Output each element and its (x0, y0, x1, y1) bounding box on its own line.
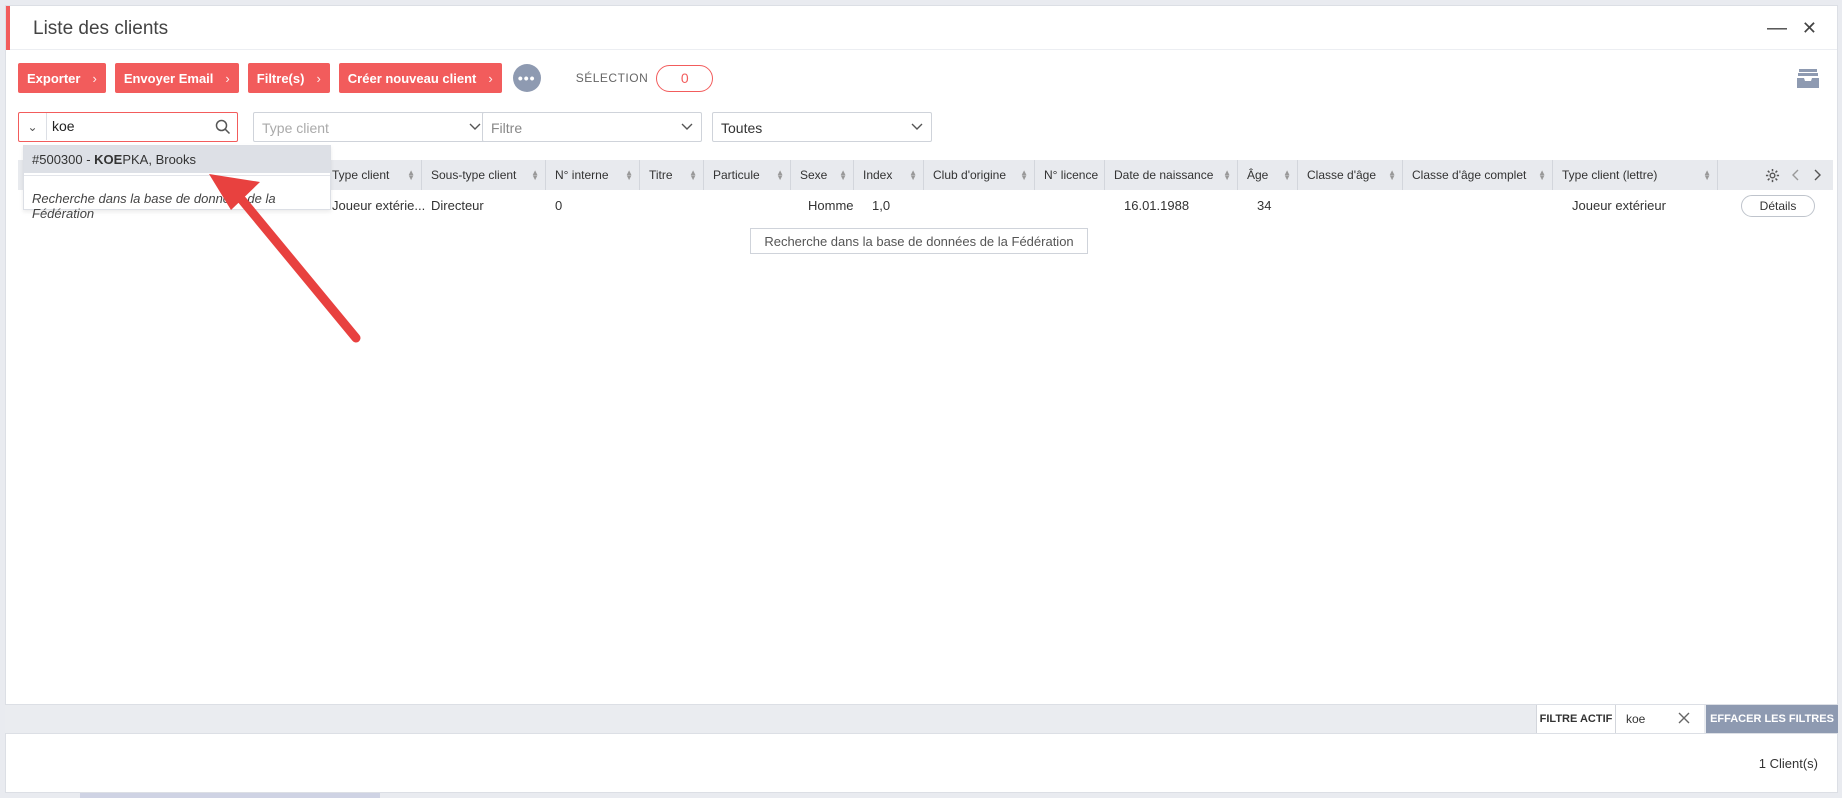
chevron-right-icon: › (316, 70, 321, 86)
col-club-origine[interactable]: Club d'origine ▲ ▼ (924, 160, 1035, 190)
window-title: Liste des clients (33, 18, 169, 39)
selection-label: SÉLECTION (575, 71, 649, 85)
chevron-right-icon: › (92, 70, 97, 86)
taskbar-strip (80, 793, 380, 798)
cell-sexe: Homme (808, 198, 854, 213)
sort-icon: ▲ ▼ (407, 168, 415, 182)
toolbar: Exporter › Envoyer Email › Filtre(s) › Crée… (18, 63, 714, 93)
details-button[interactable]: Détails (1741, 195, 1815, 217)
close-icon[interactable] (1678, 712, 1690, 724)
search-icon[interactable] (215, 119, 231, 135)
sort-icon: ▲ ▼ (909, 168, 917, 182)
sort-icon: ▲ ▼ (531, 168, 539, 182)
archive-tray-icon[interactable] (1796, 67, 1820, 89)
col-particule[interactable]: Particule ▲ ▼ (704, 160, 791, 190)
cell-sous-type: Directeur (431, 198, 484, 213)
col-n-licence[interactable]: N° licence (1035, 160, 1105, 190)
chevron-right-icon: › (488, 70, 493, 86)
autocomplete-federation-search[interactable]: Recherche dans la base de données de la … (32, 191, 330, 221)
cell-index: 1,0 (872, 198, 891, 213)
export-button[interactable]: Exporter › (18, 63, 106, 93)
sort-icon: ▲ ▼ (776, 168, 784, 182)
cell-n-interne: 0 (555, 198, 563, 213)
chevron-down-icon (911, 123, 923, 130)
create-client-button[interactable]: Créer nouveau client › (338, 63, 502, 93)
send-email-button[interactable]: Envoyer Email › (114, 63, 239, 93)
col-sous-type[interactable]: Sous-type client ▲ ▼ (422, 160, 546, 190)
sort-icon: ▲ ▼ (1223, 168, 1231, 182)
chevron-down-icon (681, 123, 693, 130)
window-header: Liste des clients — ✕ (6, 6, 1837, 50)
active-filter-label: FILTRE ACTIF (1536, 705, 1616, 733)
search-input[interactable] (52, 115, 202, 137)
filters-button[interactable]: Filtre(s) › (247, 63, 330, 93)
cell-type-client-lettre: Joueur extérieur (1572, 198, 1666, 213)
selection-count-badge[interactable]: 0 (656, 64, 714, 92)
search-autocomplete: #500300 - KOEPKA, Brooks Recherche dans … (23, 145, 331, 221)
sort-icon: ▲ ▼ (1283, 168, 1291, 182)
autocomplete-result[interactable]: #500300 - KOEPKA, Brooks (24, 146, 330, 173)
scope-select[interactable]: Toutes (712, 112, 932, 142)
type-client-select[interactable]: Type client (253, 112, 490, 142)
grid-header-tools (1753, 160, 1833, 190)
chevron-left-icon[interactable] (1791, 169, 1801, 181)
col-classe-age[interactable]: Classe d'âge ▲ ▼ (1298, 160, 1403, 190)
col-titre[interactable]: Titre ▲ ▼ (640, 160, 704, 190)
sort-icon: ▲ ▼ (1538, 168, 1546, 182)
sort-icon: ▲ ▼ (839, 168, 847, 182)
sort-icon: ▲ ▼ (1703, 168, 1711, 182)
col-index[interactable]: Index ▲ ▼ (854, 160, 924, 190)
chevron-down-icon[interactable]: ⌄ (19, 113, 47, 140)
sort-icon: ▲ ▼ (1020, 168, 1028, 182)
gear-icon[interactable] (1765, 168, 1780, 183)
close-icon[interactable]: ✕ (1802, 18, 1817, 38)
col-n-interne[interactable]: N° interne ▲ ▼ (546, 160, 640, 190)
col-classe-age-complet[interactable]: Classe d'âge complet ▲ ▼ (1403, 160, 1553, 190)
active-filter-bar: FILTRE ACTIF koe EFFACER LES FILTRES (5, 704, 1838, 734)
minimize-icon[interactable]: — (1767, 18, 1787, 38)
filtre-select[interactable]: Filtre (482, 112, 702, 142)
col-sexe[interactable]: Sexe ▲ ▼ (791, 160, 854, 190)
sort-icon: ▲ ▼ (1388, 168, 1396, 182)
col-age[interactable]: Âge ▲ ▼ (1238, 160, 1298, 190)
federation-search-button[interactable]: Recherche dans la base de données de la … (750, 228, 1088, 254)
cell-type-client: Joueur extérie... (332, 198, 426, 213)
chevron-down-icon (469, 123, 481, 130)
search-box: ⌄ (18, 112, 238, 142)
cell-age: 34 (1257, 198, 1272, 213)
chevron-right-icon[interactable] (1812, 169, 1822, 181)
client-count: 1 Client(s) (1758, 756, 1818, 771)
clear-filters-button[interactable]: EFFACER LES FILTRES (1706, 705, 1838, 733)
col-date-naissance[interactable]: Date de naissance ▲ ▼ (1105, 160, 1238, 190)
header-accent-bar (6, 6, 10, 50)
active-filter-chip: koe (1616, 705, 1704, 733)
chevron-right-icon: › (225, 70, 230, 86)
cell-date-naissance: 16.01.1988 (1124, 198, 1190, 213)
col-type-client-lettre[interactable]: Type client (lettre) ▲ ▼ (1553, 160, 1718, 190)
sort-icon: ▲ ▼ (689, 168, 697, 182)
col-type-client[interactable]: Type client ▲ ▼ (323, 160, 422, 190)
autocomplete-divider (24, 175, 330, 176)
more-options-button[interactable]: ••• (512, 64, 541, 92)
sort-icon: ▲ ▼ (625, 168, 633, 182)
